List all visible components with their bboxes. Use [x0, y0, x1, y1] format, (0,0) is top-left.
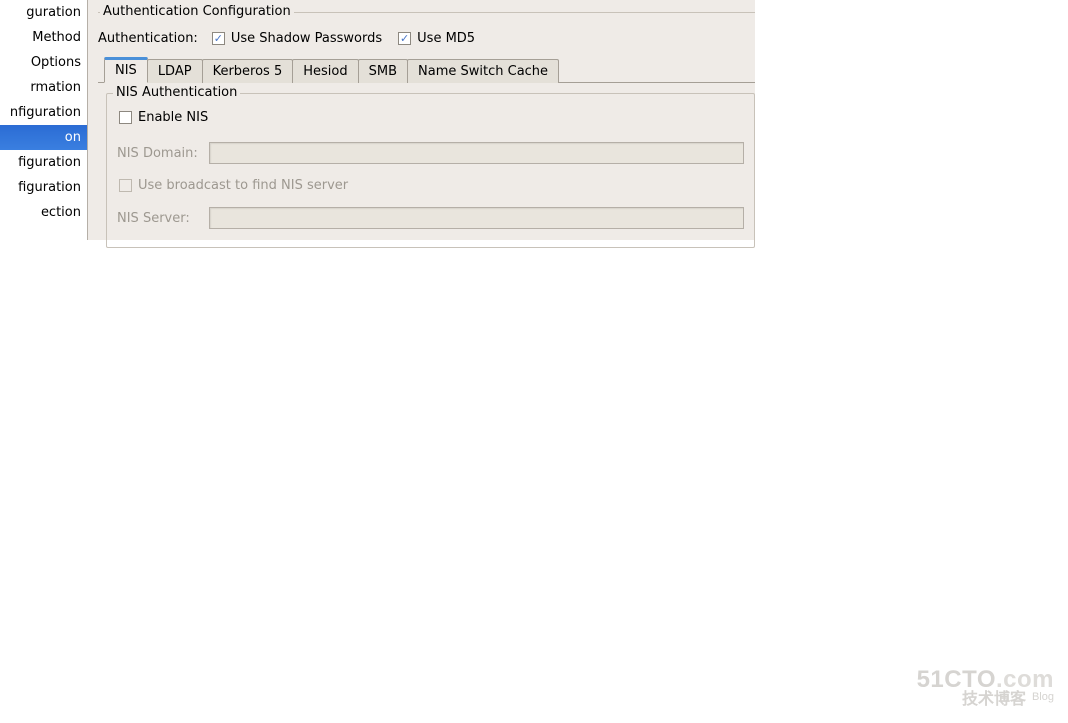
auth-tabs: NIS LDAP Kerberos 5 Hesiod SMB Name Swit… — [98, 56, 755, 83]
enable-nis-label: Enable NIS — [138, 110, 208, 125]
sidebar-item-selected[interactable]: on — [0, 125, 87, 150]
tab-nis[interactable]: NIS — [104, 57, 148, 83]
nis-domain-input[interactable] — [209, 142, 744, 164]
watermark-sub: 技术博客 — [962, 691, 1026, 708]
checkbox-icon — [119, 111, 132, 124]
checkbox-icon — [212, 32, 225, 45]
nis-domain-label: NIS Domain: — [117, 146, 199, 161]
tab-ldap[interactable]: LDAP — [147, 59, 203, 83]
sidebar-item[interactable]: guration — [0, 0, 87, 25]
tab-name-switch-cache[interactable]: Name Switch Cache — [407, 59, 559, 83]
nis-domain-row: NIS Domain: — [117, 142, 744, 164]
use-md5-label: Use MD5 — [417, 31, 475, 46]
checkbox-icon — [119, 179, 132, 192]
nis-broadcast-checkbox[interactable]: Use broadcast to find NIS server — [119, 178, 348, 193]
auth-label: Authentication: — [98, 31, 198, 46]
watermark-brand: 51CTO — [917, 666, 996, 693]
use-shadow-label: Use Shadow Passwords — [231, 31, 382, 46]
watermark-domain: .com — [996, 666, 1054, 693]
auth-config-title: Authentication Configuration — [100, 4, 294, 19]
nis-auth-group: NIS Authentication Enable NIS NIS Domain… — [106, 93, 755, 248]
sidebar-item[interactable]: Options — [0, 50, 87, 75]
use-shadow-checkbox[interactable]: Use Shadow Passwords — [212, 31, 382, 46]
enable-nis-checkbox[interactable]: Enable NIS — [119, 110, 208, 125]
watermark-blog: Blog — [1032, 691, 1054, 703]
auth-config-group: Authentication Configuration Authenticat… — [98, 12, 755, 248]
tab-hesiod[interactable]: Hesiod — [292, 59, 358, 83]
sidebar: guration Method Options rmation nfigurat… — [0, 0, 88, 240]
sidebar-item[interactable]: Method — [0, 25, 87, 50]
watermark: 51CTO.com 技术博客 Blog — [917, 667, 1054, 709]
sidebar-item[interactable]: figuration — [0, 175, 87, 200]
nis-auth-title: NIS Authentication — [113, 85, 240, 100]
tab-smb[interactable]: SMB — [358, 59, 408, 83]
sidebar-item[interactable]: ection — [0, 200, 87, 225]
sidebar-item[interactable]: rmation — [0, 75, 87, 100]
nis-server-row: NIS Server: — [117, 207, 744, 229]
nis-server-label: NIS Server: — [117, 211, 199, 226]
nis-broadcast-label: Use broadcast to find NIS server — [138, 178, 348, 193]
auth-row: Authentication: Use Shadow Passwords Use… — [98, 31, 755, 46]
use-md5-checkbox[interactable]: Use MD5 — [398, 31, 475, 46]
nis-server-input[interactable] — [209, 207, 744, 229]
tab-kerberos5[interactable]: Kerberos 5 — [202, 59, 294, 83]
sidebar-item[interactable]: figuration — [0, 150, 87, 175]
main-panel: Authentication Configuration Authenticat… — [88, 0, 755, 240]
sidebar-item[interactable]: nfiguration — [0, 100, 87, 125]
checkbox-icon — [398, 32, 411, 45]
